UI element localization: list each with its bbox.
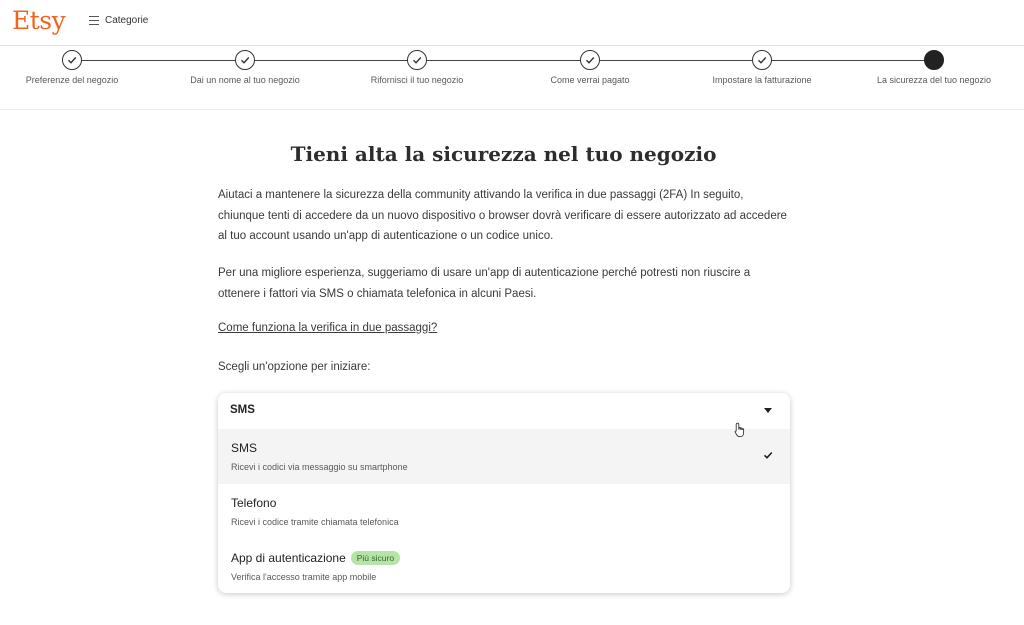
check-icon xyxy=(763,451,773,459)
option-description: Verifica l'accesso tramite app mobile xyxy=(231,572,377,582)
step-shop-name: Dai un nome al tuo negozio xyxy=(155,50,335,85)
option-label-text: Telefono xyxy=(231,496,277,510)
option-label: Telefono xyxy=(231,496,276,510)
hand-cursor-icon xyxy=(734,422,745,438)
option-sms[interactable]: SMS Ricevi i codici via messaggio su sma… xyxy=(218,429,790,484)
step-label: Preferenze del negozio xyxy=(25,75,119,85)
safer-badge: Più sicuro xyxy=(350,551,401,565)
categories-label: Categorie xyxy=(105,15,149,26)
two-factor-help-link[interactable]: Come funziona la verifica in due passagg… xyxy=(218,322,437,334)
option-label: SMS xyxy=(231,441,257,455)
etsy-logo[interactable]: Etsy xyxy=(12,6,66,35)
choose-option-prompt: Scegli un'opzione per iniziare: xyxy=(218,361,371,373)
step-label: Rifornisci il tuo negozio xyxy=(370,75,464,85)
step-stock-shop: Rifornisci il tuo negozio xyxy=(327,50,507,85)
step-shop-preferences: Preferenze del negozio xyxy=(0,50,162,85)
option-phone[interactable]: Telefono Ricevi i codice tramite chiamat… xyxy=(218,484,790,539)
page-title: Tieni alta la sicurezza nel tuo negozio xyxy=(290,142,717,166)
step-done-circle xyxy=(752,50,772,70)
check-icon xyxy=(413,57,422,64)
check-icon xyxy=(68,57,77,64)
step-done-circle xyxy=(235,50,255,70)
step-label: Dai un nome al tuo negozio xyxy=(190,75,300,85)
step-billing: Impostare la fatturazione xyxy=(672,50,852,85)
option-label: App di autenticazione Più sicuro xyxy=(231,551,401,565)
check-icon xyxy=(586,57,595,64)
option-description: Ricevi i codici via messaggio su smartph… xyxy=(231,462,408,472)
top-header: Etsy Categorie xyxy=(0,0,1024,46)
progress-steps: Preferenze del negozio Dai un nome al tu… xyxy=(0,46,1024,110)
categories-menu-button[interactable]: Categorie xyxy=(89,15,148,26)
step-done-circle xyxy=(580,50,600,70)
option-authenticator-app[interactable]: App di autenticazione Più sicuro Verific… xyxy=(218,539,790,593)
verification-method-dropdown[interactable]: SMS SMS Ricevi i codici via messaggio su… xyxy=(218,393,790,593)
step-label: Impostare la fatturazione xyxy=(712,75,812,85)
step-payment: Come verrai pagato xyxy=(500,50,680,85)
step-label: La sicurezza del tuo negozio xyxy=(876,75,992,85)
option-label-text: App di autenticazione xyxy=(231,551,346,565)
step-current-circle xyxy=(924,50,944,70)
dropdown-selected-value: SMS xyxy=(230,404,255,416)
check-icon xyxy=(758,57,767,64)
check-icon xyxy=(241,57,250,64)
dropdown-trigger[interactable]: SMS xyxy=(218,393,790,429)
step-done-circle xyxy=(407,50,427,70)
intro-paragraph: Aiutaci a mantenere la sicurezza della c… xyxy=(218,189,787,242)
hamburger-icon xyxy=(89,16,99,25)
option-description: Ricevi i codice tramite chiamata telefon… xyxy=(231,517,399,527)
option-label-text: SMS xyxy=(231,441,258,455)
recommendation-paragraph: Per una migliore esperienza, suggeriamo … xyxy=(218,267,751,300)
caret-down-icon xyxy=(764,408,772,413)
step-done-circle xyxy=(62,50,82,70)
step-label: Come verrai pagato xyxy=(550,75,630,85)
step-shop-security: La sicurezza del tuo negozio xyxy=(844,50,1024,85)
